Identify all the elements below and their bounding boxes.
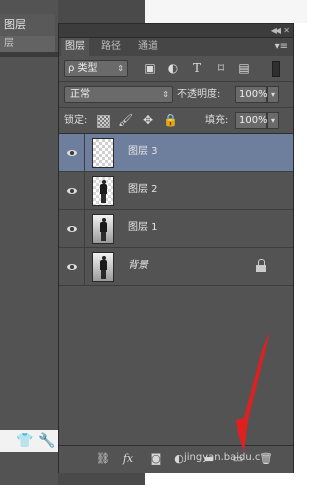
visibility-toggle[interactable]: [59, 248, 85, 285]
new-group-icon[interactable]: ▬: [202, 452, 216, 466]
fill-dropdown-icon[interactable]: ▾: [267, 112, 279, 129]
lock-all-icon[interactable]: 🔒: [163, 113, 178, 127]
layer-name: 图层 3: [128, 146, 158, 157]
lock-row: 锁定: 🖌 ✥ 🔒 填充: 100% ▾: [59, 108, 293, 134]
layer-thumbnail: [92, 214, 114, 244]
layer-row[interactable]: 背景: [59, 248, 293, 286]
type-filter-icon[interactable]: T: [190, 61, 204, 75]
visibility-toggle[interactable]: [59, 210, 85, 247]
updown-arrow-icon: ⇕: [162, 90, 169, 99]
fx-icon[interactable]: fx: [121, 452, 135, 466]
opacity-label: 不透明度:: [177, 89, 221, 100]
adjustment-filter-icon[interactable]: ◐: [166, 61, 180, 75]
filter-toggle-switch[interactable]: [272, 61, 280, 77]
fill-label: 填充:: [205, 115, 229, 126]
eye-icon: [66, 149, 77, 156]
smart-object-filter-icon[interactable]: ▤: [237, 61, 251, 75]
panel-title-bar[interactable]: ◀◀ ✕: [59, 24, 293, 38]
layer-thumbnail: [92, 138, 114, 168]
blend-mode-select[interactable]: 正常 ⇕: [64, 86, 173, 103]
person-figure: [100, 180, 107, 203]
eye-icon: [66, 225, 77, 232]
opacity-field[interactable]: 100%: [235, 86, 268, 103]
layer-name: 背景: [128, 260, 148, 271]
panel-tabs: 图层 路径 通道 ▾≡: [59, 38, 293, 56]
lock-transparent-pixels-icon[interactable]: [97, 115, 110, 128]
move-icon[interactable]: ✥: [141, 113, 155, 127]
lock-icon: [256, 259, 267, 273]
fill-field[interactable]: 100%: [235, 112, 268, 129]
filter-kind-label: ρ 类型: [68, 63, 98, 74]
blend-mode-value: 正常: [70, 89, 90, 100]
eye-icon: [66, 187, 77, 194]
background-panel-strip: [0, 0, 58, 485]
layer-list: 图层 3 图层 2 图层 1 背景: [59, 134, 293, 444]
tab-paths[interactable]: 路径: [97, 38, 125, 56]
opacity-dropdown-icon[interactable]: ▾: [267, 86, 279, 103]
brush-icon[interactable]: 🖌: [118, 113, 133, 127]
shape-filter-icon[interactable]: ⌑: [214, 61, 228, 75]
wrench-icon[interactable]: 🔧: [38, 433, 55, 449]
layer-name: 图层 2: [128, 184, 158, 195]
eye-icon: [66, 263, 77, 270]
visibility-toggle[interactable]: [59, 134, 85, 171]
panel-menu-icon[interactable]: ▾≡: [275, 40, 288, 54]
collapse-icon[interactable]: ◀◀: [271, 24, 281, 37]
tab-layers[interactable]: 图层: [61, 38, 89, 56]
close-icon[interactable]: ✕: [283, 24, 290, 37]
filter-kind-select[interactable]: ρ 类型 ⇕: [64, 60, 128, 77]
add-mask-icon[interactable]: ◙: [149, 452, 163, 466]
lock-label: 锁定:: [64, 115, 88, 126]
blend-row: 正常 ⇕ 不透明度: 100% ▾: [59, 82, 293, 108]
background-tab-secondary[interactable]: 层: [0, 36, 55, 52]
image-filter-icon[interactable]: ▣: [143, 61, 157, 75]
link-layers-icon[interactable]: ⛓: [96, 452, 110, 466]
updown-arrow-icon: ⇕: [117, 64, 124, 73]
watermark: jingyan.baidu.c: [184, 452, 261, 463]
new-layer-icon[interactable]: ▭: [231, 452, 245, 466]
background-divider: [0, 52, 58, 57]
layer-row[interactable]: 图层 1: [59, 210, 293, 248]
layer-thumbnail: [92, 176, 114, 206]
filter-row: ρ 类型 ⇕ ▣ ◐ T ⌑ ▤: [59, 57, 293, 82]
layers-bottom-bar: ⛓ fx ◙ ◐ jingyan.baidu.c ▬ ▭ 🗑: [59, 445, 293, 473]
shirt-icon[interactable]: 👕: [16, 433, 33, 449]
tab-channels[interactable]: 通道: [134, 38, 162, 56]
layer-name: 图层 1: [128, 222, 158, 233]
layer-row[interactable]: 图层 2: [59, 172, 293, 210]
background-tab[interactable]: 图层: [0, 14, 55, 36]
layer-row[interactable]: 图层 3: [59, 134, 293, 172]
layers-panel: ◀◀ ✕ 图层 路径 通道 ▾≡ ρ 类型 ⇕ ▣ ◐ T ⌑ ▤ 正常 ⇕ 不…: [58, 23, 294, 473]
visibility-toggle[interactable]: [59, 172, 85, 209]
person-figure: [100, 256, 107, 279]
page-background: [145, 0, 307, 23]
person-figure: [100, 218, 107, 241]
layer-thumbnail: [92, 252, 114, 282]
trash-icon[interactable]: 🗑: [259, 452, 273, 466]
